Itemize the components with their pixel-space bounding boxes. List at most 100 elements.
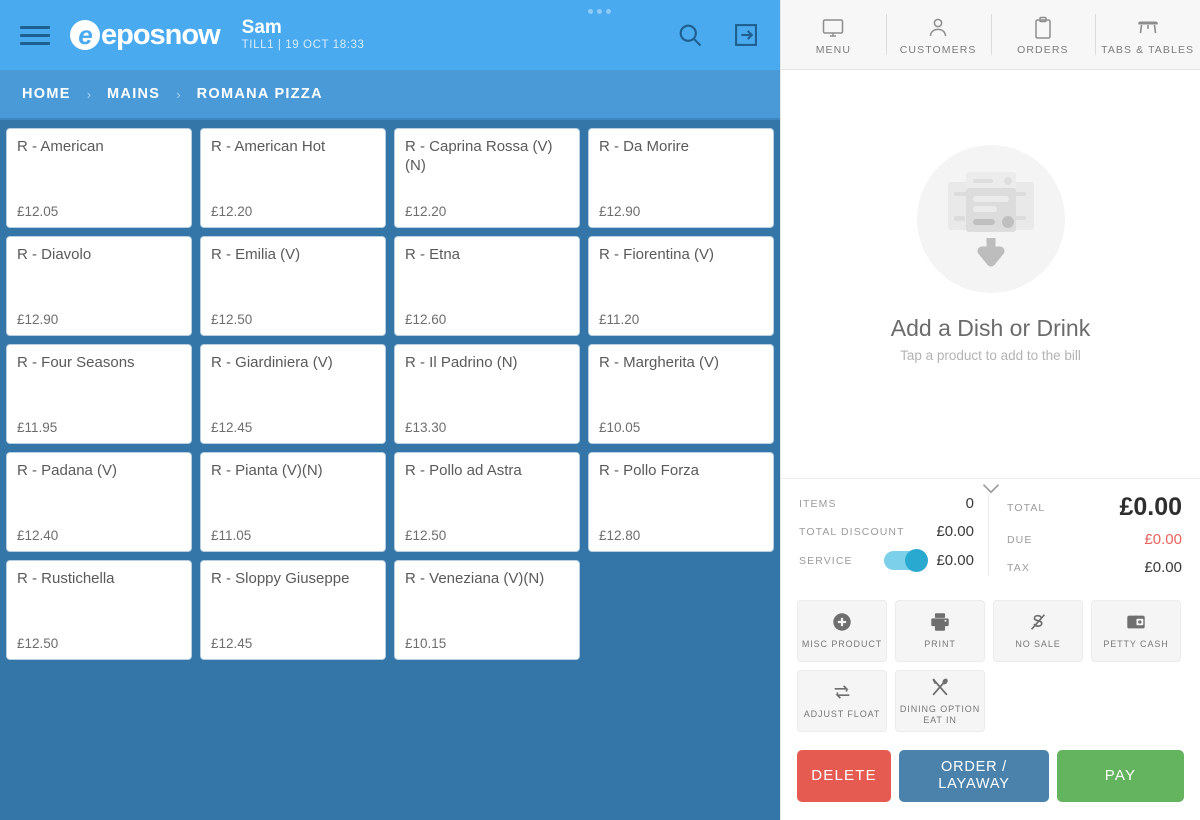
- total-value: £0.00: [1119, 493, 1182, 521]
- order-layaway-line1: ORDER /: [940, 759, 1008, 776]
- product-tile[interactable]: R - American Hot £12.20: [200, 128, 386, 228]
- pay-button[interactable]: PAY: [1057, 750, 1184, 802]
- product-price: £12.60: [405, 312, 447, 327]
- product-tile[interactable]: R - Padana (V) £12.40: [6, 452, 192, 552]
- total-row-total: TOTAL £0.00: [1007, 495, 1182, 520]
- product-name: R - Pollo Forza: [599, 462, 700, 479]
- cutlery-icon: [929, 676, 951, 698]
- action-label: DINING OPTION EAT IN: [900, 704, 980, 727]
- product-panel: e eposnow Sam TILL1 | 19 OCT 18:33 HOME …: [0, 0, 780, 820]
- till-and-time: TILL1 | 19 OCT 18:33: [241, 39, 365, 52]
- product-tile[interactable]: R - Fiorentina (V) £11.20: [588, 236, 774, 336]
- total-label: ITEMS: [799, 497, 837, 510]
- product-price: £11.05: [211, 528, 252, 543]
- total-value: £0.00: [936, 552, 974, 569]
- add-items-arrow-icon: [916, 145, 1065, 293]
- product-tile[interactable]: R - American £12.05: [6, 128, 192, 228]
- total-row-total-discount: TOTAL DISCOUNT £0.00: [799, 523, 974, 540]
- totals-panel: ITEMS 0 TOTAL DISCOUNT £0.00 SERVICE £0.00 TO…: [781, 478, 1200, 590]
- nav-item-label: ORDERS: [1017, 44, 1069, 57]
- product-grid: R - American £12.05 R - American Hot £12.20…: [6, 128, 774, 660]
- product-name: R - Rustichella: [17, 570, 115, 587]
- breadcrumb-item-romana-pizza[interactable]: ROMANA PIZZA: [197, 86, 323, 102]
- total-value: £0.00: [1144, 531, 1182, 548]
- product-price: £10.05: [599, 420, 641, 435]
- product-name: R - Fiorentina (V): [599, 246, 715, 263]
- product-tile[interactable]: R - Caprina Rossa (V)(N) £12.20: [394, 128, 580, 228]
- product-price: £10.15: [405, 636, 447, 651]
- action-misc-product[interactable]: MISC PRODUCT: [797, 600, 887, 662]
- breadcrumb: HOME › MAINS › ROMANA PIZZA: [0, 70, 780, 120]
- hamburger-icon[interactable]: [20, 25, 50, 45]
- product-name: R - Caprina Rossa (V)(N): [405, 138, 553, 174]
- product-tile[interactable]: R - Rustichella £12.50: [6, 560, 192, 660]
- nav-item-menu[interactable]: MENU: [781, 0, 886, 69]
- product-name: R - Pianta (V)(N): [211, 462, 323, 479]
- header-actions: [676, 21, 760, 49]
- action-buttons: MISC PRODUCT PRINT NO SALE PETTY CASH ADJUS…: [781, 590, 1200, 740]
- product-name: R - Il Padrino (N): [405, 354, 518, 371]
- logout-icon[interactable]: [732, 21, 760, 49]
- product-price: £12.80: [599, 528, 641, 543]
- table-icon: [1135, 16, 1161, 40]
- user-info[interactable]: Sam TILL1 | 19 OCT 18:33: [242, 17, 365, 52]
- product-price: £11.95: [17, 420, 58, 435]
- total-label: TOTAL: [1007, 501, 1046, 514]
- product-tile[interactable]: R - Margherita (V) £10.05: [588, 344, 774, 444]
- product-tile[interactable]: R - Diavolo £12.90: [6, 236, 192, 336]
- user-name: Sam: [241, 17, 282, 39]
- search-icon[interactable]: [676, 21, 704, 49]
- nav-item-orders[interactable]: ORDERS: [990, 0, 1096, 69]
- action-row-primary: MISC PRODUCT PRINT NO SALE PETTY CASH: [797, 600, 1184, 662]
- chevron-down-icon[interactable]: [981, 481, 1001, 495]
- product-price: £12.45: [211, 420, 253, 435]
- service-charge-toggle[interactable]: [884, 549, 929, 572]
- product-tile[interactable]: R - Sloppy Giuseppe £12.45: [200, 560, 386, 660]
- product-price: £13.30: [405, 420, 447, 435]
- totals-right-column: TOTAL £0.00 DUE £0.00 TAX £0.00: [989, 495, 1182, 577]
- product-tile[interactable]: R - Pianta (V)(N) £11.05: [200, 452, 386, 552]
- action-adjust-float[interactable]: ADJUST FLOAT: [797, 670, 887, 732]
- exchange-icon: [831, 681, 853, 703]
- product-tile[interactable]: R - Pollo ad Astra £12.50: [394, 452, 580, 552]
- brand-logo: e eposnow: [70, 19, 221, 52]
- top-navigation: MENU CUSTOMERS ORDERS TABS & TABLES: [781, 0, 1200, 70]
- total-label: SERVICE: [799, 554, 853, 567]
- nav-item-customers[interactable]: CUSTOMERS: [885, 0, 991, 69]
- logo-mark-icon: e: [70, 20, 100, 50]
- bill-empty-state: Add a Dish or Drink Tap a product to add…: [781, 70, 1200, 478]
- product-tile[interactable]: R - Il Padrino (N) £13.30: [394, 344, 580, 444]
- product-price: £12.90: [599, 204, 641, 219]
- product-name: R - Veneziana (V)(N): [405, 570, 545, 587]
- product-tile[interactable]: R - Etna £12.60: [394, 236, 580, 336]
- action-dining-option-eat-in[interactable]: DINING OPTION EAT IN: [895, 670, 985, 732]
- order-layaway-button[interactable]: ORDER / LAYAWAY: [899, 750, 1049, 802]
- action-print[interactable]: PRINT: [895, 600, 985, 662]
- total-row-service: SERVICE £0.00: [799, 549, 974, 572]
- cta-row: DELETE ORDER / LAYAWAY PAY: [781, 740, 1200, 820]
- product-tile[interactable]: R - Giardiniera (V) £12.45: [200, 344, 386, 444]
- delete-button[interactable]: DELETE: [797, 750, 891, 802]
- action-petty-cash[interactable]: PETTY CASH: [1091, 600, 1181, 662]
- product-tile[interactable]: R - Four Seasons £11.95: [6, 344, 192, 444]
- total-value: £0.00: [936, 523, 974, 540]
- action-no-sale[interactable]: NO SALE: [993, 600, 1083, 662]
- product-tile[interactable]: R - Da Morire £12.90: [588, 128, 774, 228]
- nav-item-label: CUSTOMERS: [899, 44, 977, 57]
- product-name: R - American: [17, 138, 104, 155]
- empty-state-title: Add a Dish or Drink: [890, 315, 1091, 341]
- nav-item-label: MENU: [815, 44, 852, 57]
- totals-left-column: ITEMS 0 TOTAL DISCOUNT £0.00 SERVICE £0.00: [799, 495, 989, 576]
- product-grid-scroll[interactable]: R - American £12.05 R - American Hot £12.20…: [0, 120, 780, 820]
- breadcrumb-item-mains[interactable]: MAINS: [107, 86, 160, 102]
- nav-item-tabs-tables[interactable]: TABS & TABLES: [1095, 0, 1200, 69]
- product-tile[interactable]: R - Pollo Forza £12.80: [588, 452, 774, 552]
- more-dots-icon[interactable]: [588, 9, 611, 14]
- monitor-icon: [820, 16, 846, 40]
- product-tile[interactable]: R - Veneziana (V)(N) £10.15: [394, 560, 580, 660]
- product-price: £12.05: [17, 204, 59, 219]
- breadcrumb-item-home[interactable]: HOME: [22, 86, 71, 102]
- product-price: £12.45: [211, 636, 253, 651]
- nav-item-label: TABS & TABLES: [1101, 44, 1195, 57]
- product-tile[interactable]: R - Emilia (V) £12.50: [200, 236, 386, 336]
